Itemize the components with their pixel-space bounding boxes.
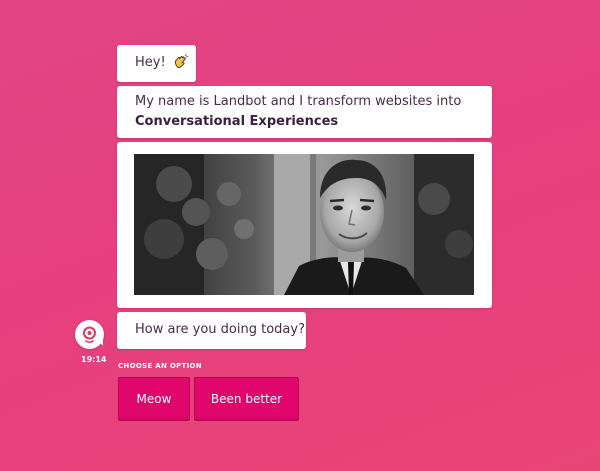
intro-text: My name is Landbot and I transform websi… [135,94,462,109]
avatar-bubble-tail [97,339,103,346]
message-bubble-question: How are you doing today? [117,312,306,349]
option-button-meow[interactable]: Meow [118,377,190,421]
gif-image [134,154,474,295]
greeting-text: Hey! [135,55,166,70]
waving-hand-icon [174,54,188,68]
question-text: How are you doing today? [135,322,305,337]
message-bubble-intro: My name is Landbot and I transform websi… [117,86,492,138]
choose-option-label: CHOOSE AN OPTION [118,362,202,370]
message-timestamp: 19:14 [81,355,107,364]
gif-image-illustration [134,154,474,295]
message-bubble-gif [117,142,492,308]
option-button-been-better[interactable]: Been better [194,377,299,421]
message-bubble-greeting: Hey! [117,45,196,82]
intro-highlight: Conversational Experiences [135,114,339,129]
